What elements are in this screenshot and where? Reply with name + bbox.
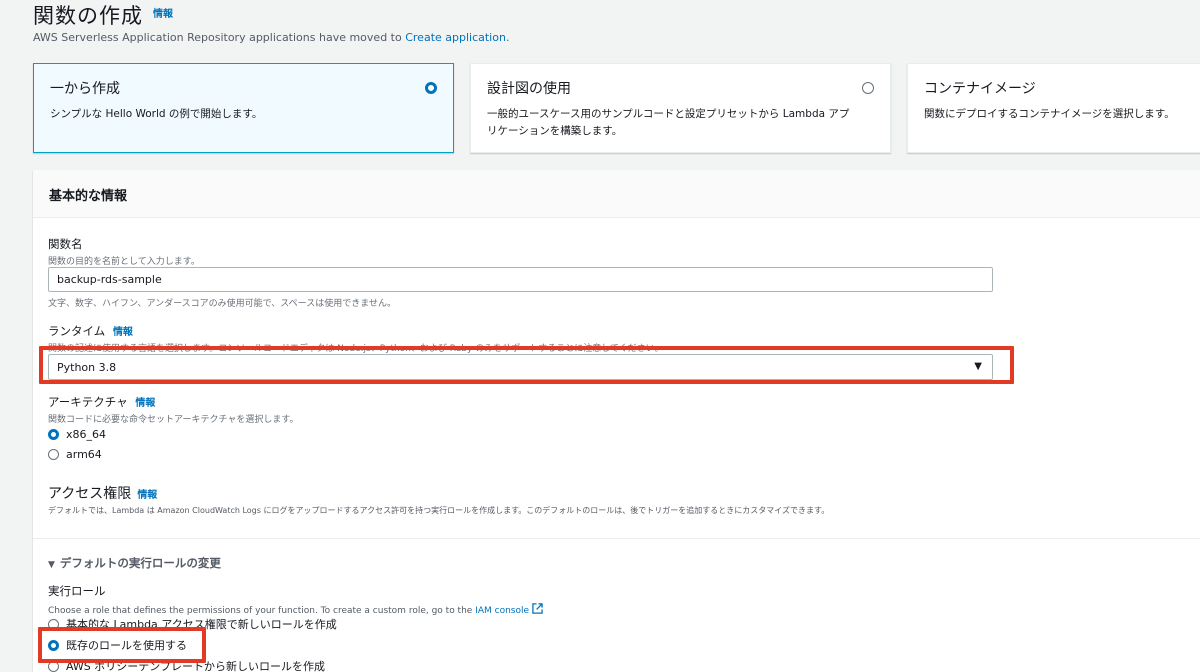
architecture-option-label: x86_64: [66, 428, 107, 441]
radio-unselected[interactable]: [48, 618, 59, 630]
caret-down-icon: ▼: [974, 361, 982, 372]
change-default-role-expander[interactable]: ▼ デフォルトの実行ロールの変更: [48, 555, 221, 571]
expander-label: デフォルトの実行ロールの変更: [59, 556, 221, 570]
moved-notice-text: AWS Serverless Application Repository ap…: [33, 31, 406, 44]
tile-title: 設計図の使用: [487, 81, 571, 97]
tile-use-blueprint[interactable]: 設計図の使用 一般的ユースケース用のサンプルコードと設定プリセットから Lamb…: [470, 63, 891, 153]
execution-role-field: 実行ロール Choose a role that defines the per…: [48, 583, 543, 616]
divider: [33, 538, 1200, 539]
execution-role-label: 実行ロール: [48, 584, 106, 598]
permissions-info-link[interactable]: 情報: [137, 490, 157, 501]
function-name-label: 関数名: [48, 237, 83, 251]
runtime-field: ランタイム 情報 関数の記述に使用する言語を選択します。コンソールコードエディタ…: [48, 323, 664, 354]
runtime-select[interactable]: Python 3.8 ▼: [48, 354, 993, 380]
role-option-create-basic[interactable]: 基本的な Lambda アクセス権限で新しいロールを作成: [48, 616, 337, 632]
architecture-label: アーキテクチャ: [48, 395, 128, 409]
role-option-from-template[interactable]: AWS ポリシーテンプレートから新しいロールを作成: [48, 658, 325, 672]
radio-selected[interactable]: [48, 429, 59, 440]
tile-title: コンテナイメージ: [924, 81, 1036, 97]
moved-notice-suffix: .: [505, 31, 510, 44]
tile-title: 一から作成: [50, 81, 120, 97]
external-link-icon: [532, 603, 543, 614]
tile-description: 関数にデプロイするコンテナイメージを選択します。: [924, 108, 1175, 120]
tile-description: シンプルな Hello World の例で開始します。: [50, 108, 263, 120]
runtime-label: ランタイム: [48, 324, 106, 338]
architecture-option-x86[interactable]: x86_64: [48, 428, 106, 441]
role-option-use-existing[interactable]: 既存のロールを使用する: [48, 637, 187, 653]
create-application-link[interactable]: Create application: [405, 31, 506, 44]
architecture-field: アーキテクチャ 情報 関数コードに必要な命令セットアーキテクチャを選択します。: [48, 394, 298, 425]
radio-unselected[interactable]: [48, 660, 59, 672]
iam-console-link[interactable]: IAM console: [475, 606, 529, 616]
execution-role-description: Choose a role that defines the permissio…: [48, 603, 543, 616]
runtime-info-link[interactable]: 情報: [113, 327, 133, 338]
function-name-input[interactable]: [48, 267, 993, 292]
page-title-text: 関数の作成: [33, 4, 143, 28]
permissions-title: アクセス権限 情報: [48, 483, 157, 503]
execution-role-description-text: Choose a role that defines the permissio…: [48, 606, 476, 616]
function-name-field: 関数名 関数の目的を名前として入力します。: [48, 236, 200, 267]
architecture-description: 関数コードに必要な命令セットアーキテクチャを選択します。: [48, 415, 299, 425]
caret-down-icon: ▼: [48, 560, 55, 570]
function-name-description: 関数の目的を名前として入力します。: [48, 257, 200, 267]
runtime-description: 関数の記述に使用する言語を選択します。コンソールコードエディタは Node.js…: [48, 344, 664, 354]
architecture-label-row: アーキテクチャ 情報: [48, 394, 298, 410]
panel-title: 基本的な情報: [33, 170, 1200, 218]
tile-description: 一般的ユースケース用のサンプルコードと設定プリセットから Lambda アプリケ…: [487, 108, 850, 137]
role-option-label: 基本的な Lambda アクセス権限で新しいロールを作成: [66, 618, 337, 631]
runtime-select-value: Python 3.8: [57, 361, 117, 374]
tile-radio[interactable]: [862, 82, 874, 94]
tile-radio[interactable]: [425, 82, 437, 94]
moved-notice: AWS Serverless Application Repository ap…: [33, 31, 509, 44]
page-title: 関数の作成 情報: [33, 0, 173, 30]
radio-selected[interactable]: [48, 639, 59, 651]
permissions-title-text: アクセス権限: [48, 486, 132, 502]
title-info-link[interactable]: 情報: [153, 9, 173, 20]
permissions-description: デフォルトでは、Lambda は Amazon CloudWatch Logs …: [48, 506, 830, 515]
role-option-label: 既存のロールを使用する: [66, 639, 187, 652]
architecture-option-arm64[interactable]: arm64: [48, 448, 102, 461]
tile-author-from-scratch[interactable]: 一から作成 シンプルな Hello World の例で開始します。: [33, 63, 454, 153]
tile-container-image[interactable]: コンテナイメージ 関数にデプロイするコンテナイメージを選択します。: [907, 63, 1200, 153]
runtime-label-row: ランタイム 情報: [48, 323, 664, 339]
architecture-option-label: arm64: [66, 448, 102, 461]
role-option-label: AWS ポリシーテンプレートから新しいロールを作成: [66, 660, 325, 672]
function-name-constraint: 文字、数字、ハイフン、アンダースコアのみ使用可能で、スペースは使用できません。: [48, 299, 396, 309]
architecture-info-link[interactable]: 情報: [135, 398, 155, 409]
radio-unselected[interactable]: [48, 449, 59, 460]
